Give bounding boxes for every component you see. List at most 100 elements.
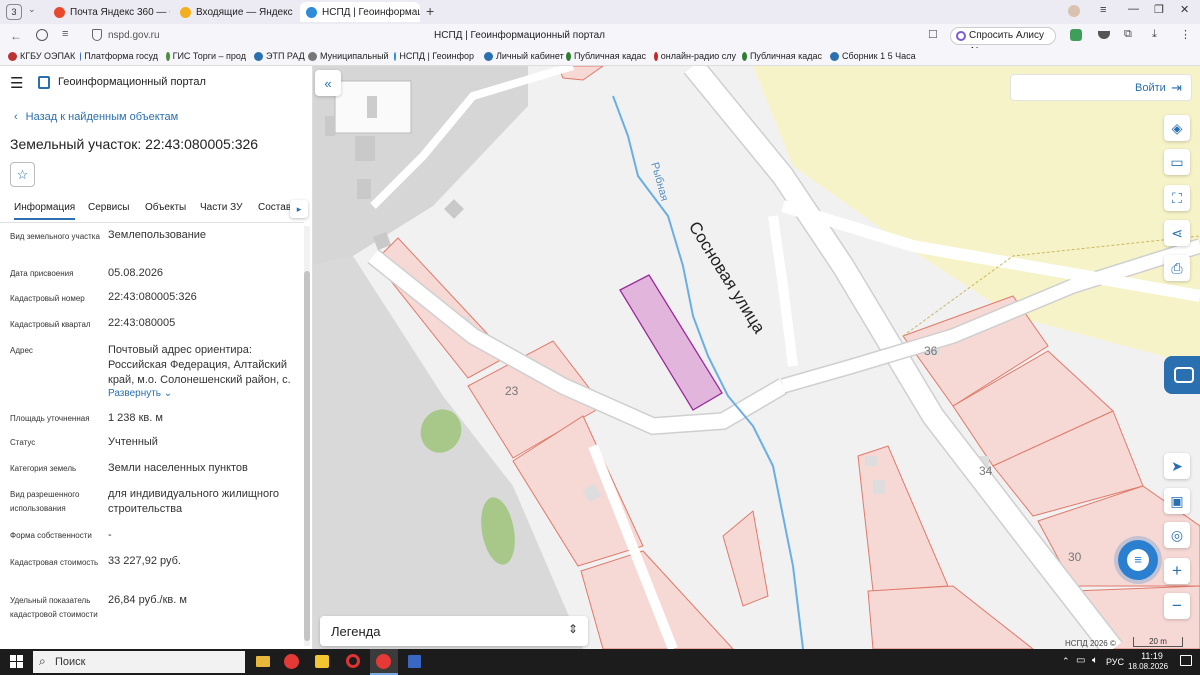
hamburger-menu-icon[interactable]: ☰ <box>10 74 23 92</box>
bookmark-item[interactable]: Личный кабинет <box>484 51 564 61</box>
gps-icon: ◎ <box>1170 526 1184 543</box>
favorite-button[interactable]: ☆ <box>10 162 35 187</box>
download-icon[interactable]: ⤓ <box>1152 28 1157 41</box>
new-tab-button[interactable]: + <box>426 3 434 19</box>
scrollbar-thumb[interactable] <box>304 271 310 641</box>
app-icon[interactable] <box>346 654 360 668</box>
yandex-browser-active-icon[interactable] <box>370 649 398 675</box>
notification-icon[interactable] <box>1180 655 1192 666</box>
field-value: 33 227,92 руб. <box>108 555 181 567</box>
menu-icon[interactable]: ≡ <box>1100 4 1106 16</box>
print-button[interactable]: ⎙ <box>1164 255 1190 281</box>
building <box>357 179 371 199</box>
taskbar-search[interactable]: ⌕ Поиск <box>33 651 245 673</box>
alice-button[interactable]: Спросить Алису AI <box>950 27 1056 57</box>
clock-time[interactable]: 11:19 <box>1136 651 1168 661</box>
network-icon[interactable]: ▭ <box>1076 655 1085 666</box>
zoom-in-button[interactable]: + <box>1164 558 1190 584</box>
windows-start-icon[interactable] <box>10 655 23 668</box>
browser-tab-nspd[interactable]: НСПД | Геоинформац ✕ <box>300 2 420 22</box>
tab-info[interactable]: Информация <box>14 202 76 220</box>
legend-label: Легенда <box>331 624 381 639</box>
puzzle-icon[interactable]: ⧉ <box>1124 28 1132 41</box>
share-button[interactable]: ⋖ <box>1164 220 1190 246</box>
yandex-icon[interactable] <box>36 29 48 41</box>
gps-button[interactable]: ◎ <box>1164 522 1190 548</box>
app-icon[interactable] <box>315 655 329 668</box>
expand-link[interactable]: Развернуть ⌄ <box>108 388 172 399</box>
shield-icon[interactable] <box>92 29 102 41</box>
legend-bar[interactable]: Легенда ⇕ <box>320 616 588 646</box>
locate-button[interactable]: ➤ <box>1164 453 1190 479</box>
tab-title: Почта Яндекс 360 — бесп <box>70 6 170 18</box>
bookmark-item[interactable]: Муниципальный <box>308 51 389 61</box>
portal-icon <box>306 6 317 18</box>
ruler-icon: ▭ <box>1170 153 1184 170</box>
save-app-icon[interactable] <box>408 655 421 668</box>
layers-button[interactable]: ◈ <box>1164 115 1190 141</box>
bookmark-item[interactable]: Публичная кадас <box>566 51 646 61</box>
gosuslugi-icon <box>1174 367 1194 383</box>
back-icon[interactable]: ← <box>10 29 22 43</box>
language-indicator[interactable]: РУС <box>1106 657 1124 667</box>
login-bar[interactable]: Войти ⇥ <box>1010 74 1192 101</box>
tray-chevron-icon[interactable]: ⌃ <box>1062 656 1070 667</box>
minus-icon: − <box>1172 596 1182 615</box>
map-canvas[interactable] <box>313 66 1200 649</box>
field-label: Площадь уточненная <box>10 414 90 423</box>
house-number: 34 <box>979 464 993 478</box>
building <box>325 116 335 136</box>
tabs-scroll-button[interactable]: ▸ <box>290 200 308 218</box>
tab-parts[interactable]: Части ЗУ <box>200 202 242 213</box>
url-field[interactable]: nspd.gov.ru <box>108 30 160 41</box>
bookmark-icon <box>566 51 571 61</box>
back-link[interactable]: ‹ Назад к найденным объектам <box>14 111 178 123</box>
select-area-button[interactable]: ⛶ <box>1164 185 1190 211</box>
bookmark-item[interactable]: КГБУ ОЭПАК <box>8 51 75 61</box>
extension-icon[interactable] <box>1070 29 1082 41</box>
minimize-icon[interactable]: — <box>1128 3 1139 15</box>
chat-button[interactable]: ≡ <box>1118 540 1158 580</box>
tab-title: Входящие — Яндекс Почт <box>196 6 296 18</box>
plus-icon: + <box>1172 561 1182 580</box>
volume-icon[interactable]: 🔈︎ <box>1092 655 1098 666</box>
gosuslugi-button[interactable] <box>1164 356 1200 394</box>
tab-bar: 3 ⌄ Почта Яндекс 360 — бесп Входящие — Я… <box>0 0 1200 24</box>
bookmark-item[interactable]: ЭТП РАД <box>254 51 305 61</box>
browser-tab-mail[interactable]: Почта Яндекс 360 — бесп <box>48 2 170 22</box>
field-value: 26,84 руб./кв. м <box>108 594 187 606</box>
tab-objects[interactable]: Объекты <box>145 202 186 213</box>
bookmark-item[interactable]: Публичная кадас <box>742 51 822 61</box>
profile-icon[interactable] <box>1068 5 1080 17</box>
file-explorer-icon[interactable] <box>256 656 270 667</box>
minimap-button[interactable]: ▣ <box>1164 488 1190 514</box>
field-label: Форма собственности <box>10 531 92 540</box>
chevron-down-icon: ⌄ <box>163 388 173 399</box>
more-icon[interactable]: ⋮ <box>1180 28 1191 41</box>
bookmark-item[interactable]: ГИС Торги – прод <box>166 51 246 61</box>
search-icon: ⌕ <box>39 654 46 668</box>
chevron-down-icon[interactable]: ⌄ <box>28 4 36 15</box>
bookmark-item[interactable]: Сборник 1 5 Часа <box>830 51 916 61</box>
bookmark-item[interactable]: Платформа госуд <box>80 51 158 61</box>
ruler-button[interactable]: ▭ <box>1164 149 1190 175</box>
tab-counter[interactable]: 3 <box>6 4 22 20</box>
browser-tab-inbox[interactable]: Входящие — Яндекс Почт <box>174 2 296 22</box>
clock-date[interactable]: 18.08.2026 <box>1128 662 1168 671</box>
bookmark-star-icon[interactable]: ☐ <box>928 28 938 41</box>
tab-services[interactable]: Сервисы <box>88 202 129 213</box>
star-icon: ☆ <box>16 167 29 182</box>
bookmark-item[interactable]: онлайн-радио слу <box>654 51 736 61</box>
zoom-out-button[interactable]: − <box>1164 593 1190 619</box>
maximize-icon[interactable]: ❐ <box>1154 3 1164 16</box>
yandex-browser-icon[interactable] <box>284 654 299 669</box>
collapse-panel-button[interactable]: « <box>315 70 341 96</box>
extension-icon[interactable] <box>1098 31 1110 39</box>
bookmark-item[interactable]: НСПД | Геоинфор <box>394 51 474 61</box>
tab-composition[interactable]: Состав <box>258 202 291 213</box>
field-label: Кадастровая стоимость <box>10 558 99 567</box>
map-view[interactable]: Сосновая улица Рыбная 23 36 34 30 « Войт… <box>313 66 1200 649</box>
login-icon: ⇥ <box>1171 80 1182 95</box>
panel-scrollbar[interactable] <box>304 226 310 646</box>
close-window-icon[interactable]: ✕ <box>1180 3 1189 16</box>
